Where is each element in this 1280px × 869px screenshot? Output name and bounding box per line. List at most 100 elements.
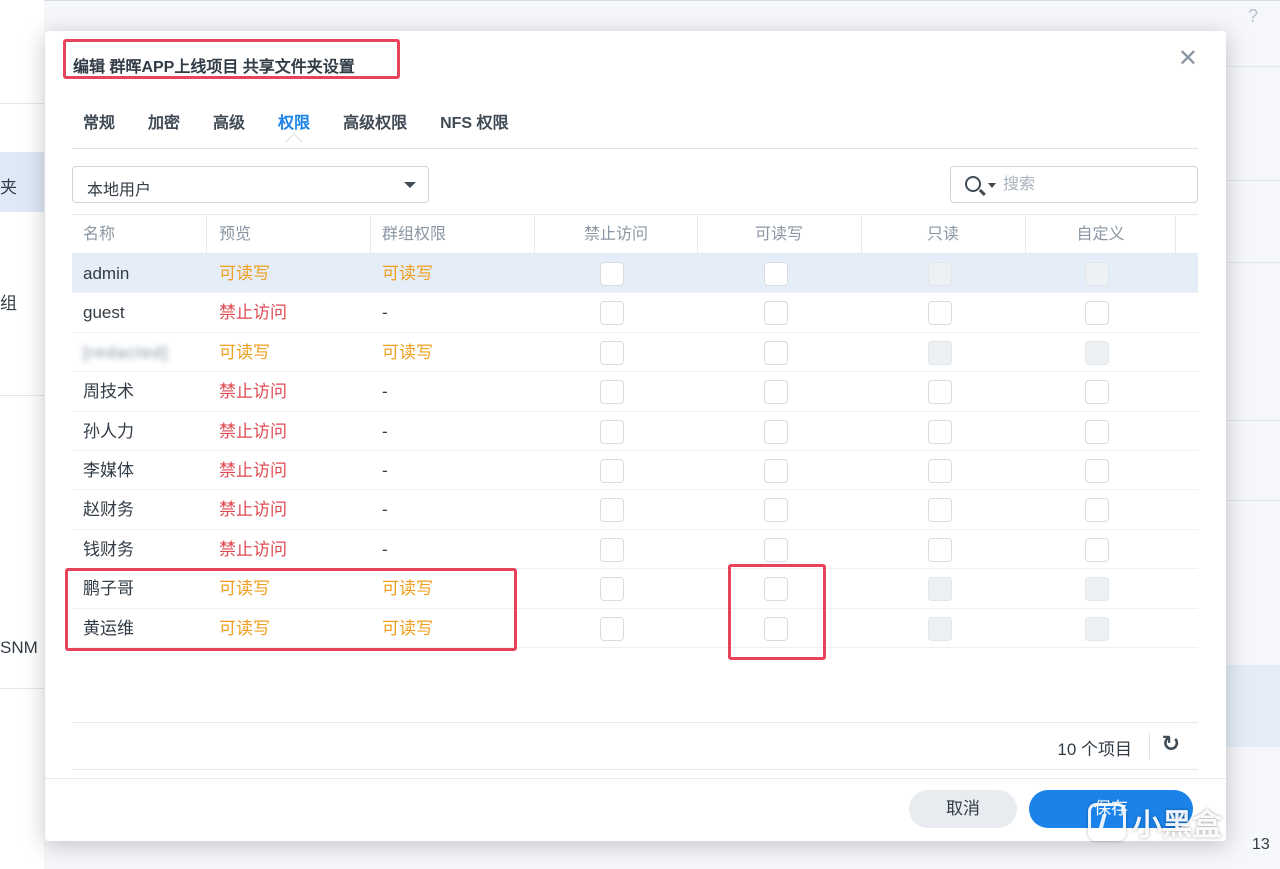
table-row[interactable]: 周技术 禁止访问 -: [72, 372, 1198, 412]
dialog-title: 编辑 群晖APP上线项目 共享文件夹设置: [73, 59, 355, 76]
read-write-checkbox[interactable]: [764, 537, 788, 562]
edit-shared-folder-dialog: 编辑 群晖APP上线项目 共享文件夹设置 ✕ 常规 加密 高级 权限 高级权限 …: [45, 31, 1226, 841]
custom-checkbox[interactable]: [1085, 419, 1109, 444]
preview-permission: 禁止访问: [219, 421, 287, 441]
table-row[interactable]: 赵财务 禁止访问 -: [72, 490, 1198, 530]
read-only-checkbox[interactable]: [928, 537, 952, 562]
group-permission: -: [382, 539, 388, 559]
custom-checkbox[interactable]: [1085, 498, 1109, 523]
read-write-checkbox[interactable]: [764, 419, 788, 444]
tab-general[interactable]: 常规: [83, 109, 115, 147]
user-name: 钱财务: [83, 539, 134, 559]
user-type-select-value: 本地用户: [87, 182, 152, 199]
read-write-checkbox[interactable]: [764, 458, 788, 483]
user-name: [redacted]: [83, 342, 169, 362]
read-write-checkbox[interactable]: [764, 301, 788, 326]
deny-checkbox[interactable]: [600, 380, 624, 405]
group-permission: 可读写: [382, 264, 433, 283]
read-write-checkbox[interactable]: [764, 616, 788, 641]
tab-advanced-permissions[interactable]: 高级权限: [343, 109, 407, 147]
deny-checkbox[interactable]: [600, 419, 624, 444]
deny-checkbox[interactable]: [600, 537, 624, 562]
table-row[interactable]: 鹏子哥 可读写 可读写: [72, 569, 1198, 609]
tabs-divider: [72, 148, 1198, 149]
background-sidebar-item[interactable]: SNM: [0, 638, 38, 658]
user-name: admin: [83, 264, 130, 283]
column-header-custom[interactable]: 自定义: [1026, 215, 1175, 254]
table-row[interactable]: 钱财务 禁止访问 -: [72, 530, 1198, 570]
user-name: 李媒体: [83, 460, 134, 480]
read-only-checkbox[interactable]: [928, 380, 952, 405]
table-row[interactable]: [redacted] 可读写 可读写: [72, 333, 1198, 373]
column-header-deny[interactable]: 禁止访问: [535, 215, 697, 254]
custom-checkbox[interactable]: [1085, 537, 1109, 562]
help-icon[interactable]: ?: [1248, 6, 1258, 27]
preview-permission: 禁止访问: [219, 303, 287, 323]
user-name: 赵财务: [83, 500, 134, 520]
search-box[interactable]: [950, 166, 1198, 203]
read-only-checkbox[interactable]: [928, 301, 952, 326]
cancel-button[interactable]: 取消: [909, 790, 1017, 828]
read-write-checkbox[interactable]: [764, 577, 788, 602]
tab-bar: 常规 加密 高级 权限 高级权限 NFS 权限: [83, 109, 542, 147]
table-row[interactable]: admin 可读写 可读写: [72, 254, 1198, 294]
refresh-icon[interactable]: ↻: [1162, 733, 1180, 755]
background-divider: [1226, 420, 1280, 421]
table-row[interactable]: 黄运维 可读写 可读写: [72, 609, 1198, 648]
group-permission: -: [382, 382, 388, 402]
preview-permission: 禁止访问: [219, 500, 287, 520]
group-permission: -: [382, 460, 388, 480]
deny-checkbox[interactable]: [600, 616, 624, 641]
background-sidebar-item[interactable]: 夹: [0, 173, 17, 198]
read-write-checkbox[interactable]: [764, 340, 788, 365]
watermark-logo-icon: [1088, 803, 1126, 841]
table-footer: 10 个项目 ↻: [72, 722, 1198, 770]
deny-checkbox[interactable]: [600, 262, 624, 286]
read-write-checkbox[interactable]: [764, 498, 788, 523]
tab-nfs-permissions[interactable]: NFS 权限: [440, 109, 508, 147]
column-header-preview[interactable]: 预览: [219, 215, 251, 254]
custom-checkbox: [1085, 262, 1109, 286]
table-row[interactable]: 孙人力 禁止访问 -: [72, 412, 1198, 451]
table-row[interactable]: guest 禁止访问 -: [72, 293, 1198, 333]
table-header: 名称 预览 群组权限 禁止访问 可读写 只读 自定义: [72, 214, 1198, 254]
read-write-checkbox[interactable]: [764, 380, 788, 405]
deny-checkbox[interactable]: [600, 577, 624, 602]
read-only-checkbox[interactable]: [928, 458, 952, 483]
deny-checkbox[interactable]: [600, 301, 624, 326]
tab-permissions[interactable]: 权限: [278, 109, 310, 147]
group-permission: -: [382, 303, 388, 323]
close-icon[interactable]: ✕: [1178, 47, 1198, 71]
search-input[interactable]: [1003, 173, 1183, 197]
group-permission: 可读写: [382, 618, 433, 638]
deny-checkbox[interactable]: [600, 458, 624, 483]
preview-permission: 可读写: [219, 342, 270, 362]
read-write-checkbox[interactable]: [764, 262, 788, 286]
user-name: 黄运维: [83, 618, 134, 638]
custom-checkbox[interactable]: [1085, 458, 1109, 483]
column-separator: [370, 215, 371, 254]
deny-checkbox[interactable]: [600, 498, 624, 523]
deny-checkbox[interactable]: [600, 340, 624, 365]
caret-down-icon[interactable]: [988, 183, 996, 188]
search-icon[interactable]: [965, 176, 981, 192]
group-permission: 可读写: [382, 579, 433, 599]
tab-encryption[interactable]: 加密: [148, 109, 180, 147]
item-count: 10 个项目: [1057, 740, 1132, 759]
preview-permission: 可读写: [219, 579, 270, 599]
custom-checkbox[interactable]: [1085, 380, 1109, 405]
user-name: 周技术: [83, 382, 134, 402]
column-header-read-only[interactable]: 只读: [862, 215, 1024, 254]
user-name: 鹏子哥: [83, 579, 134, 599]
read-only-checkbox: [928, 616, 952, 641]
column-header-group[interactable]: 群组权限: [382, 215, 446, 254]
read-only-checkbox[interactable]: [928, 498, 952, 523]
column-header-read-write[interactable]: 可读写: [698, 215, 860, 254]
background-sidebar-item[interactable]: 组: [0, 289, 17, 314]
read-only-checkbox[interactable]: [928, 419, 952, 444]
table-row[interactable]: 李媒体 禁止访问 -: [72, 451, 1198, 491]
column-header-name[interactable]: 名称: [83, 215, 115, 254]
tab-advanced[interactable]: 高级: [213, 109, 245, 147]
user-type-select[interactable]: 本地用户: [72, 166, 429, 203]
custom-checkbox[interactable]: [1085, 301, 1109, 326]
